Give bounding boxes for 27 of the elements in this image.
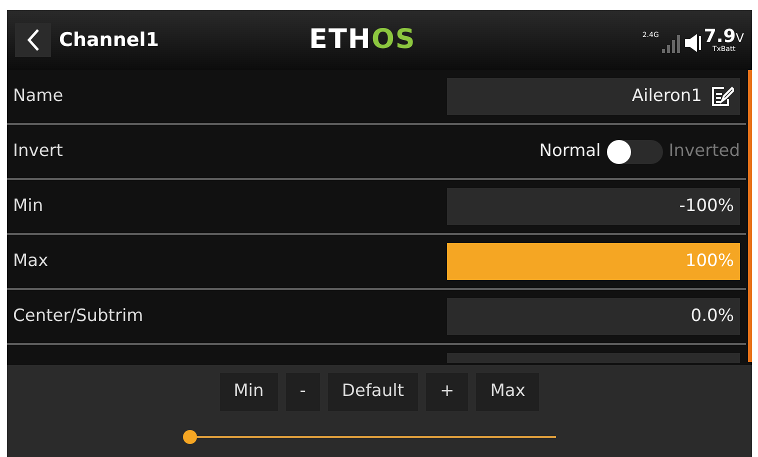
row-label: Invert — [13, 140, 63, 163]
name-field[interactable]: Aileron1 — [447, 78, 740, 115]
control-button[interactable]: + — [426, 373, 468, 411]
slider-thumb[interactable] — [182, 430, 196, 444]
logo: ETHOS — [309, 24, 416, 55]
toggle-label: Normal — [539, 140, 601, 163]
edit-icon — [710, 86, 734, 108]
control-button[interactable]: Max — [476, 373, 540, 411]
value-field[interactable]: 0.0% — [447, 298, 740, 335]
back-icon — [26, 28, 40, 52]
control-button[interactable]: Min — [220, 373, 278, 411]
row-label: Name — [13, 84, 64, 108]
row-label: Min — [13, 194, 44, 218]
value-field[interactable] — [447, 353, 740, 363]
signal-icon — [662, 32, 682, 52]
screen-title: Channel1 — [59, 28, 160, 53]
toggle-label: Inverted — [668, 140, 740, 163]
back-button[interactable] — [15, 23, 51, 57]
voltage-value: 7.9 — [704, 28, 736, 46]
row-label: Max — [13, 250, 48, 273]
row-label: Center/Subtrim — [13, 304, 144, 328]
control-button[interactable]: - — [286, 373, 320, 411]
speaker-icon — [684, 32, 701, 52]
value-field[interactable]: -100% — [447, 188, 740, 225]
control-button[interactable]: Default — [328, 373, 418, 411]
toggle-switch[interactable] — [606, 140, 663, 164]
voltage-unit: V — [736, 32, 744, 44]
